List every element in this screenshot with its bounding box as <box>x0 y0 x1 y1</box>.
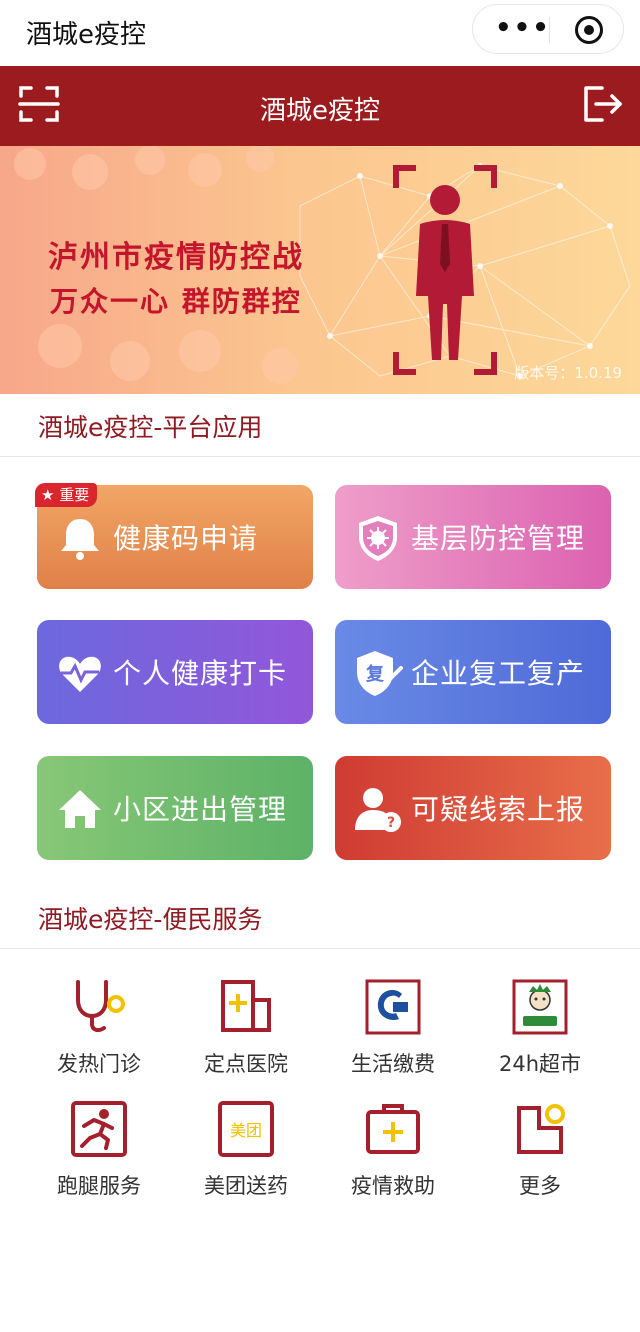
service-label: 跑腿服务 <box>57 1174 141 1198</box>
bell-icon <box>61 519 99 560</box>
service-label: 发热门诊 <box>57 1052 141 1076</box>
bank-logo-icon <box>365 979 421 1035</box>
app-title: 酒城e疫控 <box>26 20 146 50</box>
capsule-divider <box>549 17 550 43</box>
service-epidemic-aid[interactable]: 疫情救助 <box>328 1100 458 1210</box>
more-icon <box>517 1104 565 1154</box>
important-badge: ★ 重要 <box>35 483 98 507</box>
tile-label: 个人健康打卡 <box>113 657 288 690</box>
service-24h-supermarket[interactable]: 24h超市 <box>475 978 605 1088</box>
service-meituan-medicine[interactable]: 美团 美团送药 <box>181 1100 311 1210</box>
medical-kit-icon <box>366 1104 420 1154</box>
heart-pulse-icon <box>59 656 101 692</box>
user-question-icon: ? <box>355 788 401 832</box>
banner-slogan-line2: 万众一心 群防群控 <box>50 285 302 318</box>
mini-program-bar: 酒城e疫控 ••• <box>0 0 640 64</box>
service-errand[interactable]: 跑腿服务 <box>34 1100 164 1210</box>
tile-enterprise-resume[interactable]: 复 企业复工复产 <box>335 620 611 724</box>
service-fever-clinic[interactable]: 发热门诊 <box>34 978 164 1088</box>
apps-section-title: 酒城e疫控-平台应用 <box>38 413 263 442</box>
supermarket-logo-icon <box>512 979 568 1035</box>
services-section-title: 酒城e疫控-便民服务 <box>38 905 263 934</box>
person-target-icon <box>393 165 497 375</box>
tile-label: 企业复工复产 <box>411 657 586 690</box>
tile-community-access[interactable]: 小区进出管理 <box>37 756 313 860</box>
runner-icon <box>71 1101 127 1157</box>
hospital-icon <box>221 980 271 1032</box>
close-program-icon[interactable] <box>575 16 603 44</box>
tile-health-code-apply[interactable]: ★ 重要 健康码申请 <box>35 483 313 589</box>
tile-label: 基层防控管理 <box>411 522 586 555</box>
shield-virus-icon <box>359 516 397 561</box>
service-label: 更多 <box>519 1174 561 1198</box>
tile-health-checkin[interactable]: 个人健康打卡 <box>37 620 313 724</box>
service-label: 24h超市 <box>498 1052 582 1076</box>
more-options-icon[interactable]: ••• <box>495 13 549 43</box>
banner[interactable]: 泸州市疫情防控战 万众一心 群防群控 版本号：1.0.19 <box>0 146 640 394</box>
meituan-logo-text: 美团 <box>230 1121 262 1140</box>
home-icon <box>59 790 101 828</box>
logout-icon[interactable] <box>580 84 624 124</box>
service-designated-hospital[interactable]: 定点医院 <box>181 978 311 1088</box>
svg-text:?: ? <box>387 815 395 831</box>
tile-suspicious-report[interactable]: ? 可疑线索上报 <box>335 756 611 860</box>
tile-label: 可疑线索上报 <box>411 793 586 826</box>
service-label: 美团送药 <box>204 1174 288 1198</box>
stethoscope-icon <box>76 980 125 1033</box>
service-label: 疫情救助 <box>351 1174 435 1198</box>
section-divider <box>0 456 640 457</box>
shield-check-icon: 复 <box>357 651 403 696</box>
service-more[interactable]: 更多 <box>475 1100 605 1210</box>
service-utility-payment[interactable]: 生活缴费 <box>328 978 458 1088</box>
tile-grassroots-control[interactable]: 基层防控管理 <box>335 485 611 589</box>
version-label: 版本号：1.0.19 <box>514 364 622 382</box>
banner-slogan-line1: 泸州市疫情防控战 <box>48 240 304 275</box>
page-header: 酒城e疫控 <box>0 66 640 146</box>
meituan-logo-icon: 美团 <box>218 1101 274 1157</box>
header-title: 酒城e疫控 <box>260 96 380 126</box>
capsule-menu: ••• <box>472 4 624 54</box>
section-divider <box>0 948 640 949</box>
service-label: 生活缴费 <box>351 1052 435 1076</box>
service-label: 定点医院 <box>204 1052 288 1076</box>
shield-check-icon-text: 复 <box>365 663 385 685</box>
tile-label: 健康码申请 <box>113 522 259 555</box>
tile-label: 小区进出管理 <box>113 793 288 826</box>
